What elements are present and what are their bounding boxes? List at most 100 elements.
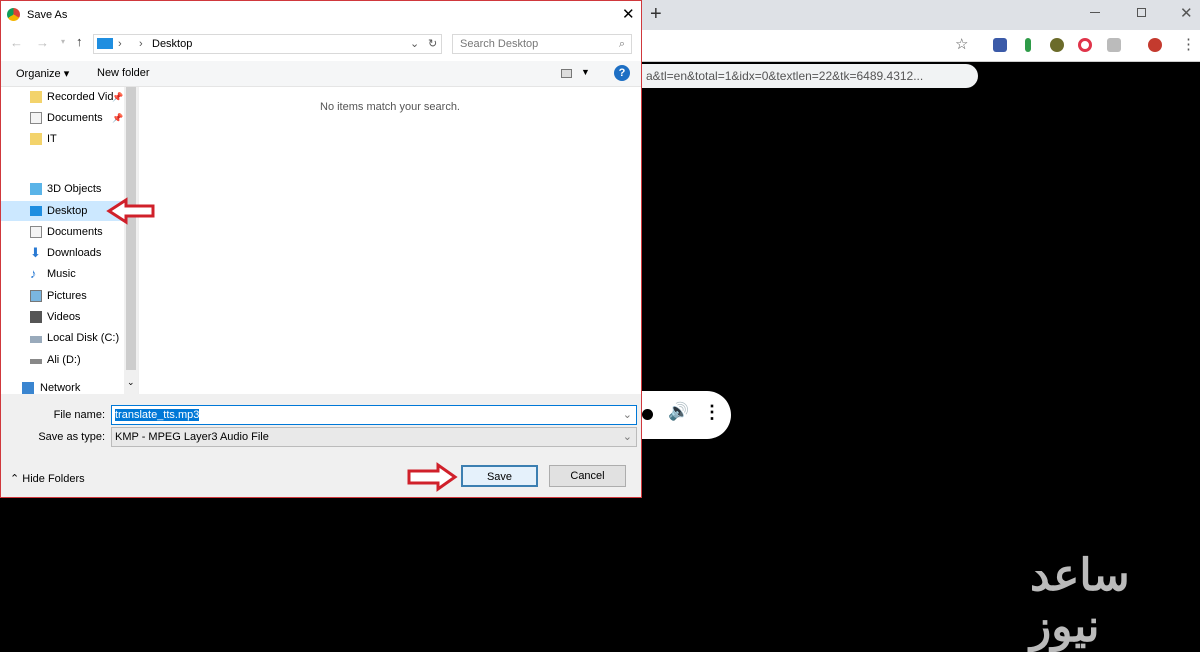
chevron-down-icon[interactable]: ⌄	[623, 428, 632, 446]
chevron-down-icon[interactable]: ⌄	[623, 406, 632, 424]
annotation-arrow-left	[106, 197, 155, 225]
progress-knob[interactable]	[642, 409, 653, 420]
forward-button[interactable]: →	[36, 35, 49, 50]
sidebar-item-music[interactable]: ♪ Music	[1, 264, 124, 284]
address-bar[interactable]: a&tl=en&total=1&idx=0&textlen=22&tk=6489…	[600, 64, 978, 88]
documents-icon	[30, 112, 42, 124]
minimize-button[interactable]	[1090, 12, 1100, 13]
documents-icon	[30, 226, 42, 238]
annotation-arrow-right	[407, 462, 458, 492]
menu-icon[interactable]: ⋮	[1181, 35, 1196, 53]
pin-icon: 📌	[112, 113, 124, 123]
save-type-label: Save as type:	[38, 431, 105, 443]
scroll-down-arrow[interactable]: ⌄	[127, 377, 135, 388]
chrome-icon	[7, 8, 20, 21]
sidebar-scrollbar[interactable]: ⌄	[124, 87, 138, 394]
search-input[interactable]: Search Desktop ⌕	[452, 34, 632, 54]
navigation-pane: Recorded Vid 📌 Documents 📌 IT 3D Objects D…	[1, 87, 124, 394]
save-type-value: KMP - MPEG Layer3 Audio File	[115, 431, 269, 443]
back-button[interactable]: ←	[10, 35, 23, 50]
view-dropdown[interactable]: ▼	[581, 67, 590, 77]
sidebar-item-videos[interactable]: Videos	[1, 307, 124, 327]
refresh-button[interactable]: ↻	[428, 35, 437, 53]
new-tab-button[interactable]: +	[650, 3, 662, 26]
empty-message: No items match your search.	[320, 101, 460, 113]
pictures-icon	[30, 290, 42, 302]
sidebar-label: Recorded Vid	[47, 91, 114, 103]
sidebar-label: Local Disk (C:)	[47, 332, 120, 344]
file-name-input[interactable]: translate_tts.mp3 ⌄	[111, 405, 637, 425]
sidebar-label: Music	[47, 268, 76, 280]
file-name-value: translate_tts.mp3	[115, 409, 200, 421]
extension-icon[interactable]	[1078, 38, 1092, 52]
download-icon: ⬇	[30, 245, 41, 260]
avatar[interactable]	[1148, 38, 1162, 52]
search-icon: ⌕	[618, 38, 625, 50]
save-type-select[interactable]: KMP - MPEG Layer3 Audio File ⌄	[111, 427, 637, 447]
sidebar-item-recorded-videos[interactable]: Recorded Vid 📌	[1, 87, 124, 107]
recent-dropdown[interactable]: ▾	[61, 37, 65, 46]
chevron-up-icon: ⌃	[10, 473, 20, 485]
view-options-icon[interactable]	[561, 69, 572, 78]
extension-icon[interactable]	[993, 38, 1007, 52]
sidebar-label: Network	[40, 382, 81, 394]
sidebar-item-documents[interactable]: Documents	[1, 222, 124, 242]
save-as-dialog: Save As ✕ ← → ▾ ↑ › › Desktop ⌄ ↻ Search…	[0, 0, 642, 498]
drive-icon	[30, 336, 42, 343]
sidebar-label: Videos	[47, 311, 81, 323]
sidebar-label: Documents	[47, 226, 103, 238]
dialog-footer: File name: translate_tts.mp3 ⌄ Save as ty…	[1, 394, 641, 497]
save-button[interactable]: Save	[461, 465, 538, 487]
sidebar-label: Downloads	[47, 247, 102, 259]
extension-icon[interactable]	[1050, 38, 1064, 52]
network-icon	[22, 382, 34, 394]
close-dialog-button[interactable]: ✕	[622, 1, 635, 29]
sidebar-label: Desktop	[47, 205, 88, 217]
bookmark-star-icon[interactable]: ☆	[955, 35, 968, 53]
file-list: No items match your search.	[138, 87, 641, 394]
breadcrumb-sep: ›	[118, 38, 122, 50]
new-folder-button[interactable]: New folder	[97, 67, 150, 79]
address-dropdown[interactable]: ⌄	[410, 35, 419, 53]
scrollbar-thumb[interactable]	[126, 87, 136, 370]
drive-icon	[30, 359, 42, 364]
breadcrumb-desktop[interactable]: Desktop	[152, 35, 192, 53]
restore-button[interactable]	[1137, 8, 1146, 17]
breadcrumb-sep: ›	[139, 38, 143, 50]
cube-icon	[30, 183, 42, 195]
sidebar-item-ali-d[interactable]: Ali (D:)	[1, 350, 124, 370]
hide-folders-label: Hide Folders	[22, 473, 85, 485]
sidebar-item-downloads[interactable]: ⬇ Downloads	[1, 243, 124, 263]
dialog-title: Save As ✕	[1, 1, 641, 29]
command-bar: Organize ▾ New folder ▼ ?	[1, 61, 641, 87]
folder-icon	[30, 91, 42, 103]
cancel-button[interactable]: Cancel	[549, 465, 626, 487]
search-placeholder: Search Desktop	[460, 38, 539, 50]
sidebar-item-local-disk-c[interactable]: Local Disk (C:)	[1, 328, 124, 348]
sidebar-item-documents-quick[interactable]: Documents 📌	[1, 108, 124, 128]
file-name-label: File name:	[53, 409, 105, 421]
music-icon: ♪	[30, 266, 37, 281]
more-options-icon[interactable]: ⋮	[703, 402, 721, 423]
help-icon[interactable]: ?	[614, 65, 630, 81]
sidebar-item-pictures[interactable]: Pictures	[1, 286, 124, 306]
desktop-icon	[30, 206, 42, 216]
pin-icon: 📌	[112, 92, 124, 102]
sidebar-item-3d-objects[interactable]: 3D Objects	[1, 179, 124, 199]
sidebar-label: Pictures	[47, 290, 87, 302]
extension-icon[interactable]	[1107, 38, 1121, 52]
organize-button[interactable]: Organize ▾	[16, 67, 69, 80]
close-window-button[interactable]: ✕	[1180, 4, 1193, 22]
sidebar-label: Ali (D:)	[47, 354, 81, 366]
extension-icon[interactable]	[1025, 38, 1031, 52]
folder-icon	[30, 133, 42, 145]
dialog-title-text: Save As	[27, 9, 68, 21]
hide-folders-button[interactable]: ⌃ Hide Folders	[10, 472, 85, 485]
volume-icon[interactable]: 🔊	[668, 402, 689, 422]
up-button[interactable]: ↑	[76, 34, 83, 49]
sidebar-label: IT	[47, 133, 57, 145]
sidebar-label: Documents	[47, 112, 103, 124]
desktop-icon	[97, 38, 113, 49]
address-field[interactable]: › › Desktop ⌄ ↻	[93, 34, 442, 54]
sidebar-item-it[interactable]: IT	[1, 129, 124, 149]
